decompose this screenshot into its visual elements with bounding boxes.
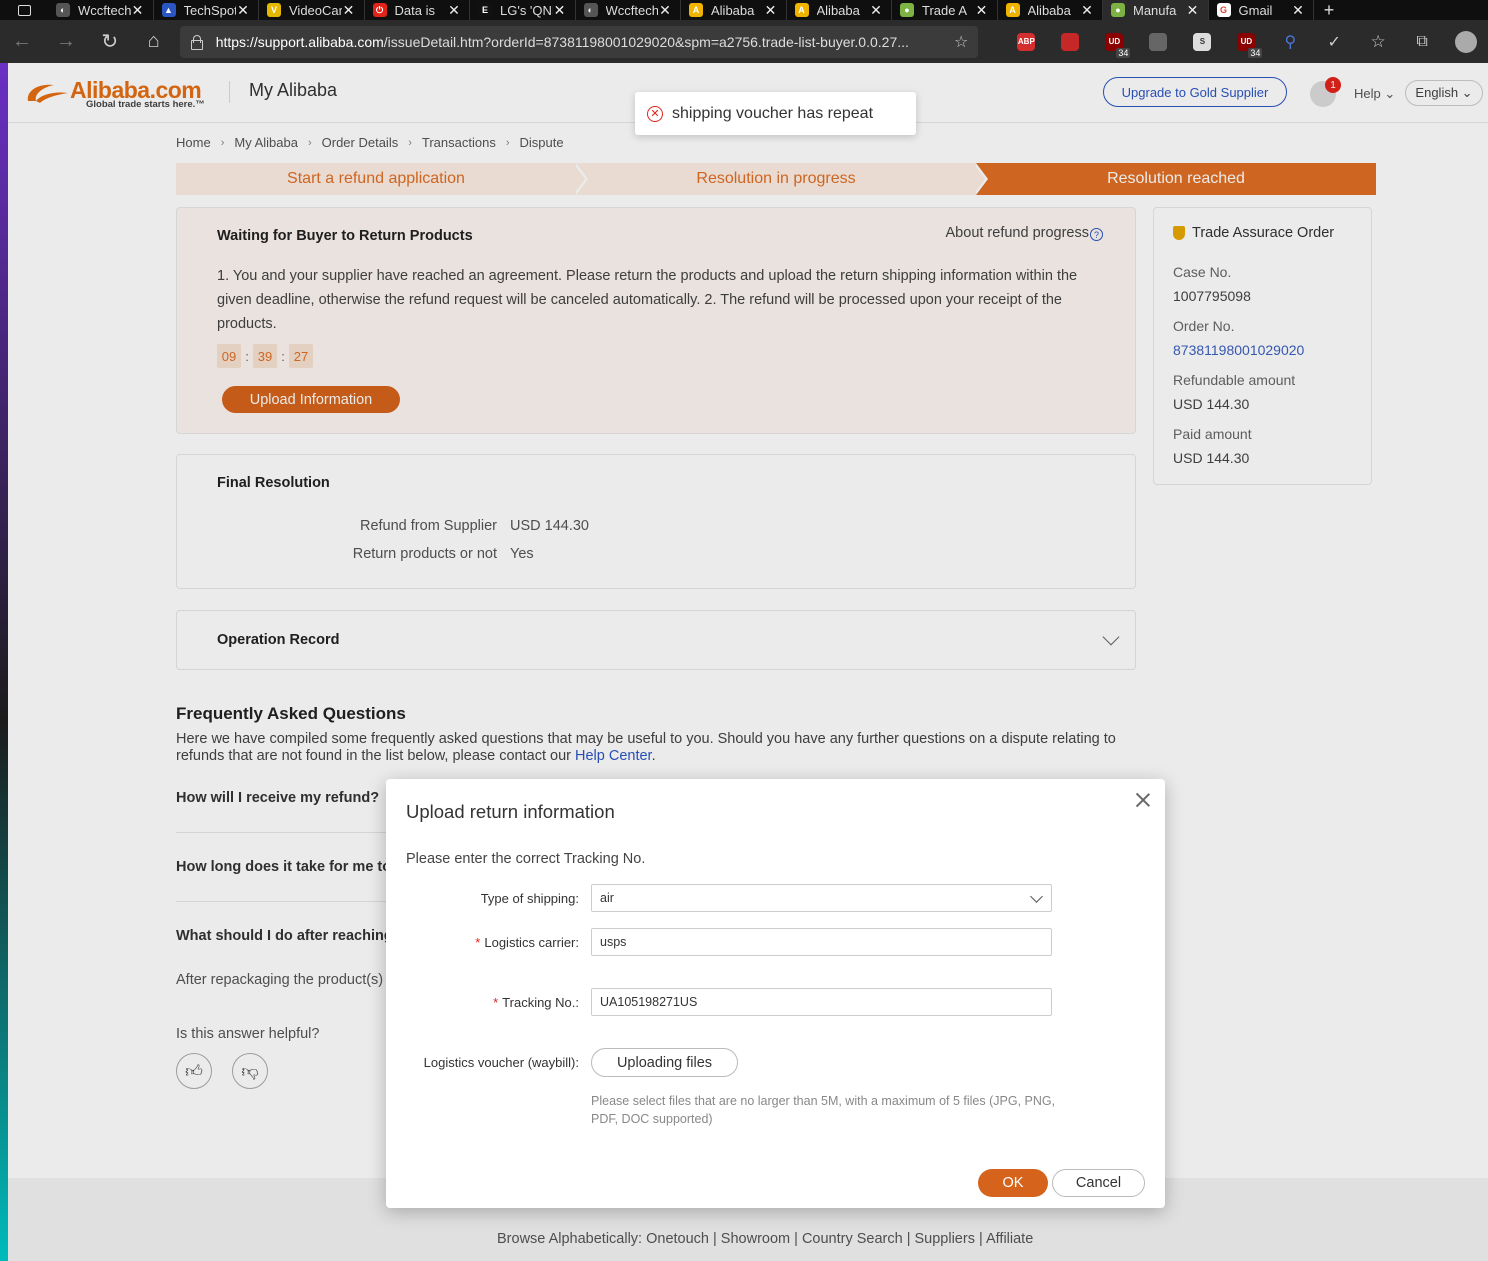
file-hint: Please select files that are no larger t… [591,1094,1056,1126]
tab-title: Gmail [1238,2,1273,18]
extension-icon[interactable] [1136,20,1180,63]
browser-tab[interactable]: G Gmail ✕ [1209,0,1314,20]
tab-favicon-icon: E [478,3,492,17]
lock-icon [190,34,203,50]
carrier-field[interactable] [591,928,1052,956]
error-icon: ✕ [647,105,663,122]
tab-close-icon[interactable]: ✕ [236,2,250,19]
extension-logo: S [1193,32,1212,51]
new-tab-button[interactable]: + [1314,0,1344,20]
browser-tab[interactable]: A Alibaba ✕ [681,0,787,20]
voucher-label: Logistics voucher (waybill): [423,1055,579,1070]
dialog-note: Please enter the correct Tracking No. [406,851,646,867]
tab-close-icon[interactable]: ✕ [1080,2,1094,19]
extension-icon[interactable]: ABP [1004,20,1048,63]
extension-badge: 34 [1248,48,1263,58]
tab-favicon-icon: ◐ [583,3,598,17]
tab-favicon-icon: G [1216,3,1231,17]
dialog-title: Upload return information [406,801,615,822]
tracking-field[interactable] [591,988,1052,1016]
tab-favicon-icon: ● [1111,3,1125,17]
tab-close-icon[interactable]: ✕ [1291,2,1305,19]
tab-title: Alibaba [816,2,860,18]
search-extension-icon[interactable]: ⚲ [1268,20,1312,63]
check-extension-icon[interactable]: ✓ [1312,20,1356,63]
extension-icon[interactable]: UD 34 [1092,20,1136,63]
browser-tab[interactable]: V VideoCardz✕ [259,0,365,20]
address-bar[interactable]: https://support.alibaba.com/issueDetail.… [179,25,979,58]
shipping-type-select[interactable]: air [591,884,1052,912]
extension-badge: 34 [1116,48,1131,58]
tab-close-icon[interactable]: ✕ [975,2,989,19]
tracking-input[interactable] [600,995,1051,1009]
tab-favicon-icon: ⏻ [372,3,387,17]
url-text: https://support.alibaba.com/issueDetail.… [215,33,909,50]
tab-favicon-icon: V [267,3,281,17]
tab-close-icon[interactable]: ✕ [869,2,883,19]
extension-logo: ABP [1017,32,1036,51]
carrier-label: * Logistics carrier: [475,935,579,950]
browser-tab[interactable]: ● Manufa ✕ [1103,0,1209,20]
tab-title: Manufa [1133,2,1177,18]
toast-message: shipping voucher has repeat [672,104,874,122]
browser-tab-bar: ◐Wccftech✕▲TechSpot✕VVideoCardz✕⏻Data is… [0,0,1488,20]
ok-button[interactable]: OK [978,1169,1048,1197]
tab-title: LG's 'QNED' [500,2,553,18]
desktop-edge [0,63,8,1261]
tab-title: Data is [394,2,435,18]
tab-favicon-icon: ◐ [56,3,70,17]
tab-favicon-icon: ▲ [161,3,176,17]
forward-icon[interactable]: → [44,20,88,63]
back-icon[interactable]: ← [0,20,44,63]
home-icon[interactable]: ⌂ [132,20,176,63]
browser-tab[interactable]: ◐ Wccftech ✕ [48,0,154,20]
extension-icon[interactable] [1048,20,1092,63]
tab-title: TechSpot [183,2,237,18]
browser-tab[interactable]: ⏻ Data is ✕ [365,0,470,20]
tab-close-icon[interactable]: ✕ [1186,2,1200,19]
tab-title: Alibaba [1027,2,1071,18]
tab-close-icon[interactable]: ✕ [658,2,672,19]
tab-close-icon[interactable]: ✕ [553,2,567,19]
tab-close-icon[interactable]: ✕ [447,2,461,19]
upload-return-dialog: Upload return information Please enter t… [386,779,1165,1208]
tab-favicon-icon: A [794,3,809,17]
tab-favicon-icon: ● [900,3,914,17]
extension-icon[interactable]: UD 34 [1224,20,1268,63]
upload-files-button[interactable]: Uploading files [591,1048,738,1077]
tab-title: Wccftech [78,2,131,18]
tab-title: Wccftech [605,2,659,18]
profile-icon[interactable] [1444,20,1488,63]
add-favorite-icon[interactable]: ☆ [954,32,968,52]
tab-favicon-icon: A [1005,3,1020,17]
tab-title: VideoCardz [289,2,342,18]
favorites-icon[interactable]: ☆ [1356,20,1400,63]
carrier-input[interactable] [600,935,1051,949]
cancel-button[interactable]: Cancel [1052,1169,1145,1197]
close-icon[interactable] [1135,792,1151,808]
tab-favicon-icon: A [689,3,703,17]
browser-tab[interactable]: E LG's 'QNED'✕ [470,0,576,20]
browser-toolbar: ← → ↻ ⌂ https://support.alibaba.com/issu… [0,20,1488,63]
tab-close-icon[interactable]: ✕ [342,2,356,19]
refresh-icon[interactable]: ↻ [88,20,132,63]
browser-tab[interactable]: A Alibaba ✕ [998,0,1103,20]
browser-tab[interactable]: ▲ TechSpot ✕ [154,0,259,20]
tab-close-icon[interactable]: ✕ [764,2,778,19]
tab-title: Alibaba [711,2,755,18]
extension-logo [1061,32,1080,51]
collections-icon[interactable]: ⧉ [1400,20,1444,63]
browser-tab[interactable]: ● Trade A ✕ [892,0,998,20]
tracking-label: * Tracking No.: [493,995,579,1010]
browser-tab[interactable]: ◐ Wccftech ✕ [576,0,681,20]
shipping-type-label: Type of shipping: [480,891,579,906]
tab-actions-icon[interactable] [0,0,48,20]
chevron-down-icon [1030,890,1043,903]
extension-logo [1149,32,1168,51]
tab-close-icon[interactable]: ✕ [131,2,145,19]
browser-tab[interactable]: A Alibaba ✕ [787,0,892,20]
extension-icon[interactable]: S [1180,20,1224,63]
error-toast: ✕ shipping voucher has repeat [635,92,916,135]
tab-title: Trade A [922,2,968,18]
